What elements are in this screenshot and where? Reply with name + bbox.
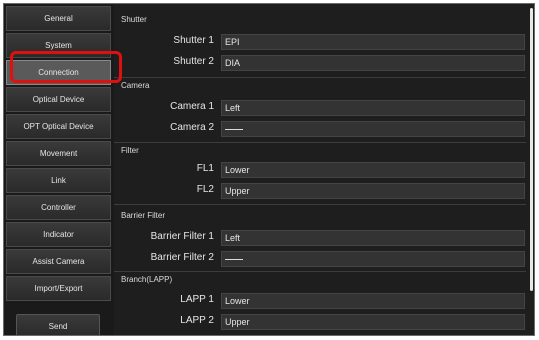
sidebar-item-label: OPT Optical Device (23, 122, 94, 131)
camera-2-field[interactable] (221, 121, 525, 137)
send-button-label: Send (48, 321, 68, 331)
barrier-filter-2-field[interactable] (221, 251, 525, 267)
fl1-field[interactable]: Lower (221, 162, 525, 178)
fl1-label: FL1 (196, 163, 214, 174)
sidebar-item-assist-camera[interactable]: Assist Camera (6, 249, 111, 274)
shutter-1-field[interactable]: EPI (221, 34, 525, 50)
shutter-2-field[interactable]: DIA (221, 55, 525, 71)
section-divider (114, 77, 526, 78)
lapp-2-field[interactable]: Upper (221, 314, 525, 330)
sidebar-item-opt-optical-device[interactable]: OPT Optical Device (6, 114, 111, 139)
sidebar-item-label: Import/Export (34, 284, 83, 293)
fl2-label: FL2 (196, 184, 214, 195)
section-title-shutter: Shutter (121, 15, 147, 24)
lapp-2-label: LAPP 2 (180, 315, 214, 326)
camera-2-label: Camera 2 (170, 122, 214, 133)
sidebar-item-import-export[interactable]: Import/Export (6, 276, 111, 301)
sidebar-item-link[interactable]: Link (6, 168, 111, 193)
vertical-scrollbar[interactable] (530, 8, 533, 291)
camera-1-field[interactable]: Left (221, 100, 525, 116)
send-button[interactable]: Send (16, 314, 100, 335)
section-title-camera: Camera (121, 81, 150, 90)
camera-1-label: Camera 1 (170, 101, 214, 112)
screen: General System Connection Optical Device… (0, 0, 539, 340)
shutter-1-label: Shutter 1 (173, 35, 214, 46)
sidebar-item-movement[interactable]: Movement (6, 141, 111, 166)
sidebar-item-label: Optical Device (32, 95, 85, 104)
section-title-branch-lapp: Branch(LAPP) (121, 275, 173, 284)
empty-value-dash (225, 259, 243, 261)
sidebar-item-label: Controller (41, 203, 76, 212)
section-divider (114, 204, 526, 205)
selection-highlight (10, 51, 122, 83)
lapp-1-field[interactable]: Lower (221, 293, 525, 309)
section-divider (114, 271, 526, 272)
sidebar-item-label: Assist Camera (32, 257, 85, 266)
sidebar-item-controller[interactable]: Controller (6, 195, 111, 220)
sidebar-item-label: Link (51, 176, 66, 185)
sidebar-item-label: General (44, 14, 73, 23)
sidebar-item-label: Indicator (43, 230, 74, 239)
sidebar-item-general[interactable]: General (6, 6, 111, 31)
settings-panel: Shutter Shutter 1 EPI Shutter 2 DIA Came… (114, 4, 534, 335)
sidebar-item-label: Movement (39, 149, 78, 158)
section-title-filter: Filter (121, 146, 139, 155)
barrier-filter-1-field[interactable]: Left (221, 230, 525, 246)
sidebar-item-indicator[interactable]: Indicator (6, 222, 111, 247)
barrier-filter-1-label: Barrier Filter 1 (150, 231, 214, 242)
empty-value-dash (225, 129, 243, 131)
shutter-2-label: Shutter 2 (173, 56, 214, 67)
section-divider (114, 142, 526, 143)
lapp-1-label: LAPP 1 (180, 294, 214, 305)
barrier-filter-2-label: Barrier Filter 2 (150, 252, 214, 263)
sidebar-item-label: System (45, 41, 72, 50)
fl2-field[interactable]: Upper (221, 183, 525, 199)
section-title-barrier-filter: Barrier Filter (121, 211, 166, 220)
sidebar-item-optical-device[interactable]: Optical Device (6, 87, 111, 112)
